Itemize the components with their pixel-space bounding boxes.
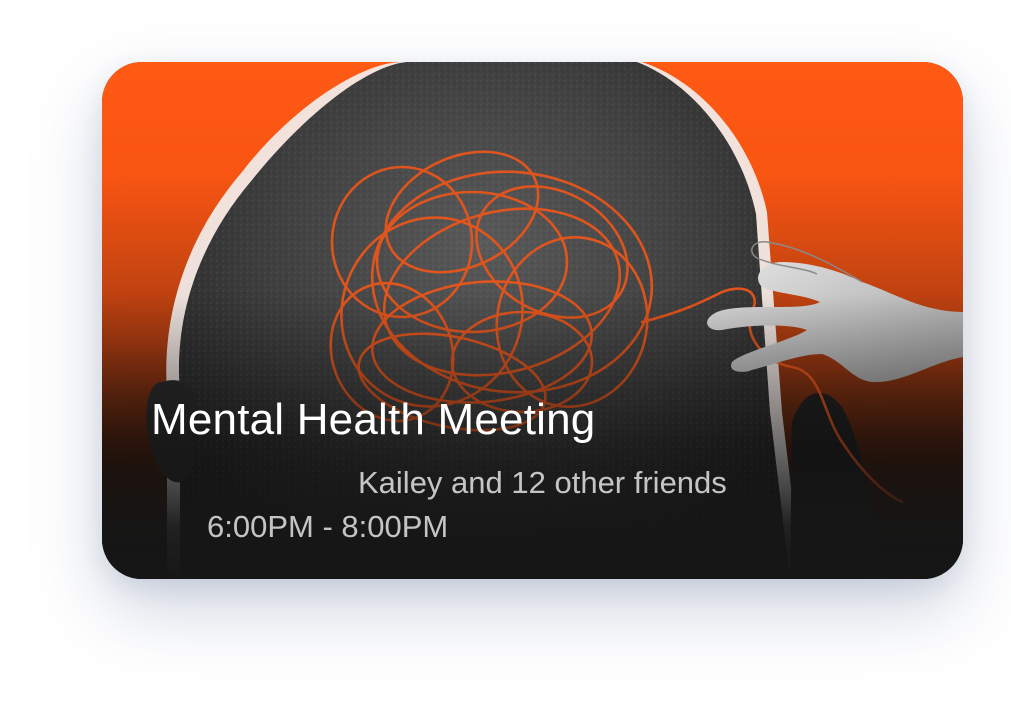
- event-title: Mental Health Meeting: [151, 395, 596, 444]
- event-time: 6:00PM - 8:00PM: [207, 509, 449, 544]
- event-cover-image: [102, 62, 963, 579]
- event-attendees: Kailey and 12 other friends: [358, 465, 727, 500]
- event-card[interactable]: Mental Health Meeting Kailey and 12 othe…: [102, 62, 963, 579]
